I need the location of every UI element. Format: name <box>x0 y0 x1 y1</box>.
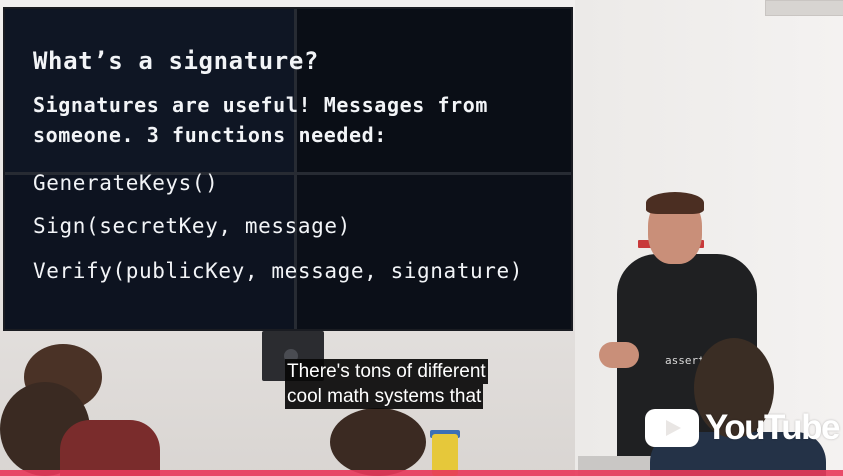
presentation-screen: What’s a signature? Signatures are usefu… <box>3 7 573 331</box>
youtube-wordmark: YouTube <box>705 408 841 447</box>
audience-shoulder <box>60 420 160 476</box>
caption-line-2: cool math systems that <box>285 384 484 409</box>
slide-title: What’s a signature? <box>33 47 319 75</box>
slide-line-2: someone. 3 functions needed: <box>33 123 387 147</box>
screen-panel <box>5 175 294 329</box>
slide-function-verify: Verify(publicKey, message, signature) <box>33 259 523 283</box>
screen-panel <box>5 9 294 172</box>
slide-line-1: Signatures are useful! Messages from <box>33 93 489 117</box>
audience-head <box>330 408 426 476</box>
closed-caption-box: There's tons of different cool math syst… <box>285 359 488 409</box>
play-icon <box>645 409 699 447</box>
slide-function-generate-keys: GenerateKeys() <box>33 171 219 195</box>
screen-panel <box>297 175 571 329</box>
slide-function-sign: Sign(secretKey, message) <box>33 214 351 238</box>
foreground-strip <box>0 470 843 476</box>
caption-line-1: There's tons of different <box>285 359 488 384</box>
presenter-hand <box>599 342 639 368</box>
presenter-hair <box>646 192 704 214</box>
ceiling-fixture <box>765 0 843 16</box>
screen-panel <box>297 9 571 172</box>
